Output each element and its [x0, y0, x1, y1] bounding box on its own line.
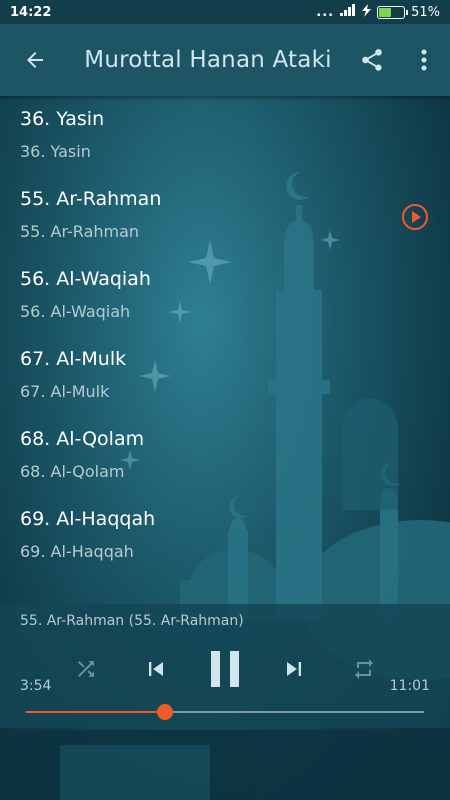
share-button[interactable]	[346, 24, 398, 96]
track-subtitle: 69. Al-Haqqah	[20, 542, 134, 561]
status-right: ... 51%	[316, 3, 440, 21]
repeat-icon	[355, 659, 373, 679]
toolbar-actions	[346, 24, 450, 96]
skip-previous-icon	[149, 662, 163, 676]
track-subtitle: 68. Al-Qolam	[20, 462, 125, 481]
status-bar: 14:22 ... 51%	[0, 0, 450, 24]
track-title: 69. Al-Haqqah	[20, 508, 156, 530]
player-panel: 55. Ar-Rahman (55. Ar-Rahman) 3:54 11:01	[0, 604, 450, 728]
player-controls	[0, 644, 450, 694]
seek-thumb[interactable]	[157, 704, 174, 720]
notification-dots: ...	[316, 4, 335, 20]
list-item[interactable]: 55. Ar-Rahman 55. Ar-Rahman	[0, 176, 450, 256]
now-playing-icon[interactable]	[402, 204, 428, 230]
track-subtitle: 67. Al-Mulk	[20, 382, 110, 401]
previous-button[interactable]	[136, 644, 176, 694]
battery-percent: 51%	[411, 4, 440, 20]
more-vert-icon	[421, 49, 427, 71]
track-title: 68. Al-Qolam	[20, 428, 145, 450]
shuffle-button[interactable]	[66, 644, 106, 694]
list-item[interactable]: 68. Al-Qolam 68. Al-Qolam	[0, 416, 450, 496]
page-title: Murottal Hanan Ataki	[84, 47, 332, 73]
repeat-button[interactable]	[344, 644, 384, 694]
next-button[interactable]	[274, 644, 314, 694]
track-title: 56. Al-Waqiah	[20, 268, 151, 290]
list-item[interactable]: 67. Al-Mulk 67. Al-Mulk	[0, 336, 450, 416]
track-title: 67. Al-Mulk	[20, 348, 127, 370]
list-item[interactable]: 36. Yasin 36. Yasin	[0, 96, 450, 176]
seek-progress	[26, 711, 166, 713]
signal-icon	[340, 4, 356, 20]
screen: 14:22 ... 51% Murottal Hanan Ataki 36. Y…	[0, 0, 450, 800]
arrow-left-icon	[27, 52, 43, 68]
current-time: 3:54	[20, 678, 52, 694]
list-item[interactable]: 69. Al-Haqqah 69. Al-Haqqah	[0, 496, 450, 576]
shuffle-icon	[78, 661, 94, 677]
track-title: 55. Ar-Rahman	[20, 188, 162, 210]
status-time: 14:22	[10, 4, 52, 20]
pause-icon	[211, 651, 239, 687]
charging-icon	[362, 3, 372, 21]
now-playing-label: 55. Ar-Rahman (55. Ar-Rahman)	[20, 613, 244, 629]
total-time: 11:01	[389, 678, 430, 694]
track-title: 36. Yasin	[20, 108, 105, 130]
back-button[interactable]	[0, 24, 70, 96]
track-subtitle: 36. Yasin	[20, 142, 91, 161]
share-icon	[362, 49, 382, 71]
track-subtitle: 55. Ar-Rahman	[20, 222, 140, 241]
battery-icon	[377, 5, 409, 19]
battery-fill	[379, 7, 392, 17]
overflow-menu-button[interactable]	[398, 24, 450, 96]
skip-next-icon	[287, 662, 301, 676]
list-item[interactable]: 56. Al-Waqiah 56. Al-Waqiah	[0, 256, 450, 336]
track-subtitle: 56. Al-Waqiah	[20, 302, 131, 321]
track-list: 36. Yasin 36. Yasin 55. Ar-Rahman 55. Ar…	[0, 96, 450, 604]
app-toolbar: Murottal Hanan Ataki	[0, 24, 450, 96]
seek-bar[interactable]	[26, 704, 424, 720]
pause-button[interactable]	[200, 644, 250, 694]
